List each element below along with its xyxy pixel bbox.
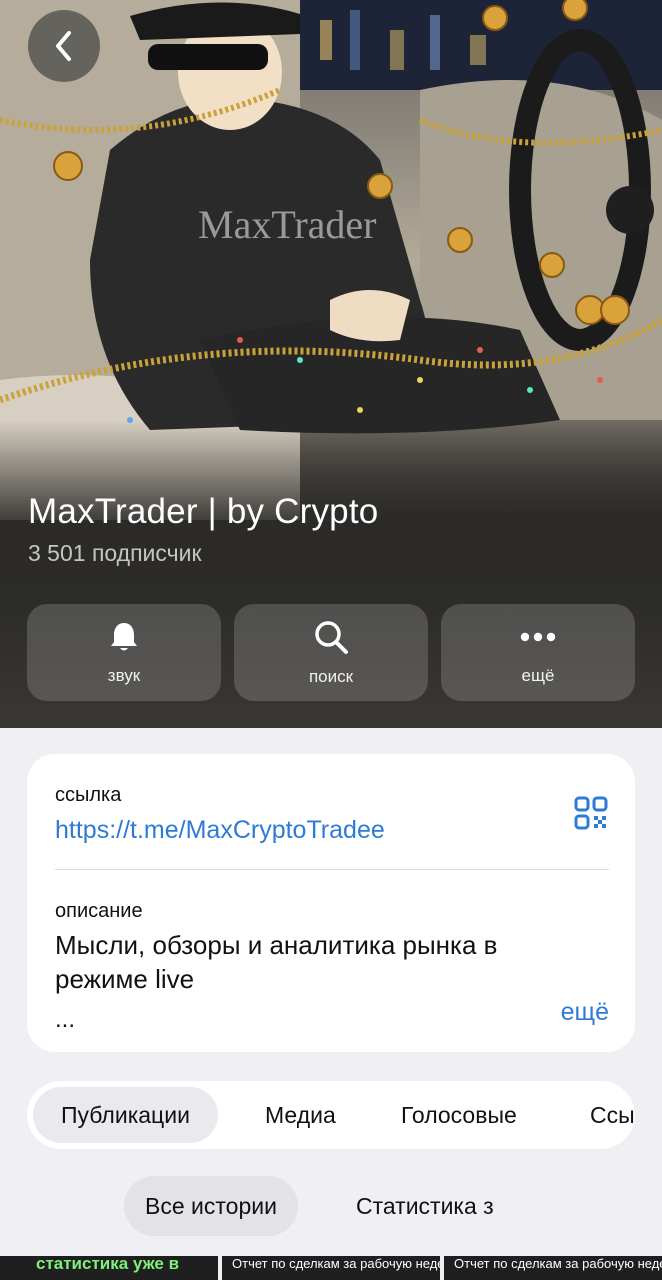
- chip-statistics[interactable]: Статистика з: [356, 1176, 494, 1236]
- subscriber-count: 3 501 подписчик: [28, 540, 202, 566]
- channel-title: MaxTrader | by Crypto: [28, 492, 379, 531]
- search-button[interactable]: поиск: [234, 604, 428, 701]
- chip-all-stories[interactable]: Все истории: [124, 1176, 298, 1236]
- post-thumbnail[interactable]: статистика уже в: [0, 1256, 218, 1280]
- sound-label: звук: [107, 665, 141, 685]
- post-caption: Отчет по сделкам за рабочую неделю:: [232, 1256, 440, 1271]
- link-label: ссылка: [55, 784, 122, 806]
- more-dots-icon: [520, 632, 556, 641]
- channel-description: Мысли, обзоры и аналитика рынка в режиме…: [55, 930, 498, 994]
- description-label: описание: [55, 900, 143, 922]
- posts-grid: статистика уже в Отчет по сделкам за раб…: [0, 1256, 662, 1280]
- bell-icon: [111, 622, 137, 650]
- hoodie-text: MaxTrader: [198, 202, 377, 247]
- sound-button[interactable]: звук: [27, 604, 221, 701]
- story-filter-chips: Все истории Статистика з: [0, 1176, 662, 1236]
- tab-voice[interactable]: Голосовые: [401, 1081, 517, 1149]
- more-button[interactable]: ещё: [441, 604, 635, 701]
- tab-publications[interactable]: Публикации: [33, 1087, 218, 1143]
- content-tabs: Публикации Медиа Голосовые Ссылки: [27, 1081, 635, 1149]
- channel-info-card: ссылка https://t.me/MaxCryptoTradee опис…: [27, 754, 635, 1052]
- post-thumbnail[interactable]: Отчет по сделкам за рабочую неделю:: [444, 1256, 662, 1280]
- channel-hero: MaxTrader MaxTrader | by Crypto 3 501 по…: [0, 0, 662, 728]
- qr-code-icon[interactable]: [574, 796, 608, 830]
- more-label: ещё: [521, 665, 555, 685]
- tab-links[interactable]: Ссылки: [590, 1081, 635, 1149]
- post-thumbnail[interactable]: Отчет по сделкам за рабочую неделю:: [222, 1256, 440, 1280]
- description-more-link[interactable]: ещё: [561, 998, 609, 1027]
- search-icon: [315, 620, 348, 654]
- channel-link[interactable]: https://t.me/MaxCryptoTradee: [55, 816, 385, 845]
- post-caption: статистика уже в: [36, 1256, 180, 1273]
- description-ellipsis: ...: [55, 1006, 76, 1033]
- card-divider: [55, 869, 609, 870]
- chevron-left-icon: [56, 31, 71, 61]
- back-button[interactable]: [28, 10, 100, 82]
- tab-media[interactable]: Медиа: [265, 1081, 336, 1149]
- post-caption: Отчет по сделкам за рабочую неделю:: [454, 1256, 662, 1271]
- search-label: поиск: [308, 666, 354, 686]
